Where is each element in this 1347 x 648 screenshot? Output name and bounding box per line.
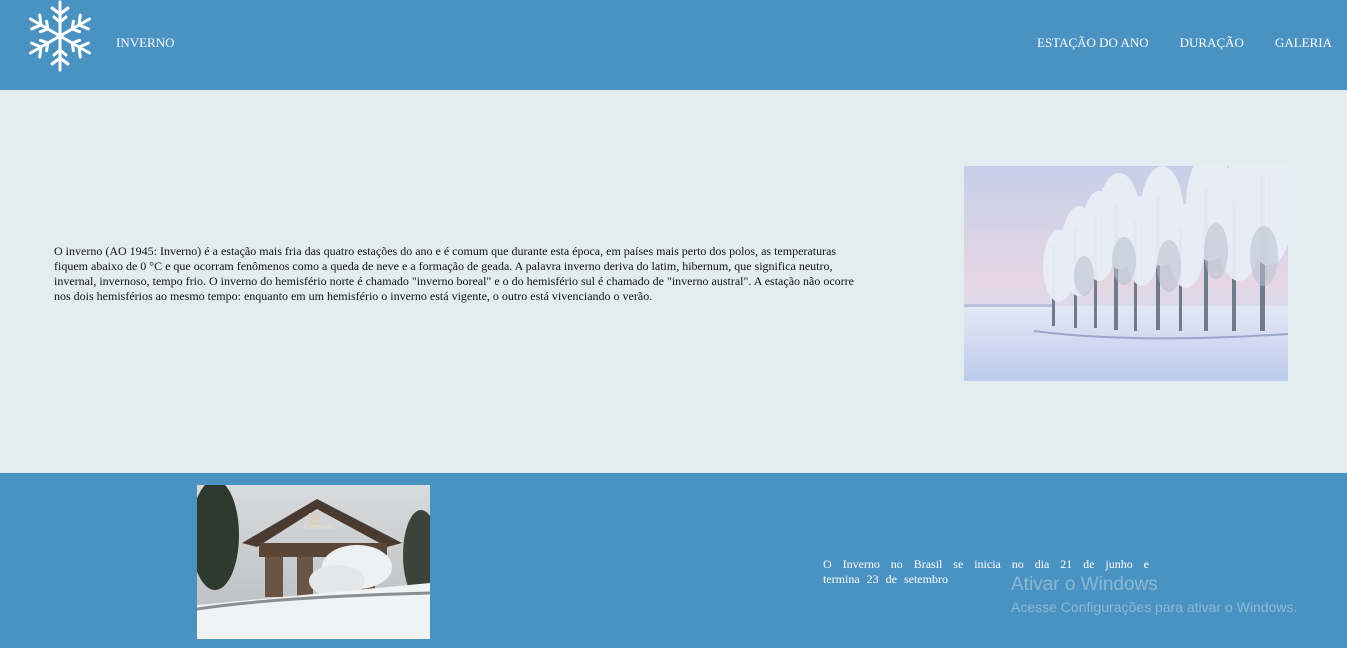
intro-section: O inverno (AO 1945: Inverno) é a estação…: [0, 90, 1347, 473]
gramado-sign-text: Gramado: [304, 522, 334, 531]
main-nav: ESTAÇÃO DO ANO DURAÇÃO GALERIA: [1006, 35, 1332, 51]
site-title-link[interactable]: INVERNO: [116, 35, 175, 51]
nav-link-duracao[interactable]: DURAÇÃO: [1180, 35, 1244, 51]
snowflake-icon[interactable]: [24, 0, 96, 72]
intro-paragraph: O inverno (AO 1945: Inverno) é a estação…: [54, 244, 855, 303]
gramado-portal-image: Gramado: [197, 485, 430, 639]
nav-link-estacao[interactable]: ESTAÇÃO DO ANO: [1037, 35, 1149, 51]
windows-activation-title: Ativar o Windows: [1011, 574, 1158, 595]
windows-activation-subtitle: Acesse Configurações para ativar o Windo…: [1011, 599, 1298, 615]
site-header: INVERNO ESTAÇÃO DO ANO DURAÇÃO GALERIA: [0, 0, 1347, 90]
snowy-forest-image: [964, 166, 1288, 381]
footer-section: Gramado O Inverno no Brasil se inicia no…: [0, 473, 1347, 648]
nav-link-galeria[interactable]: GALERIA: [1275, 35, 1332, 51]
